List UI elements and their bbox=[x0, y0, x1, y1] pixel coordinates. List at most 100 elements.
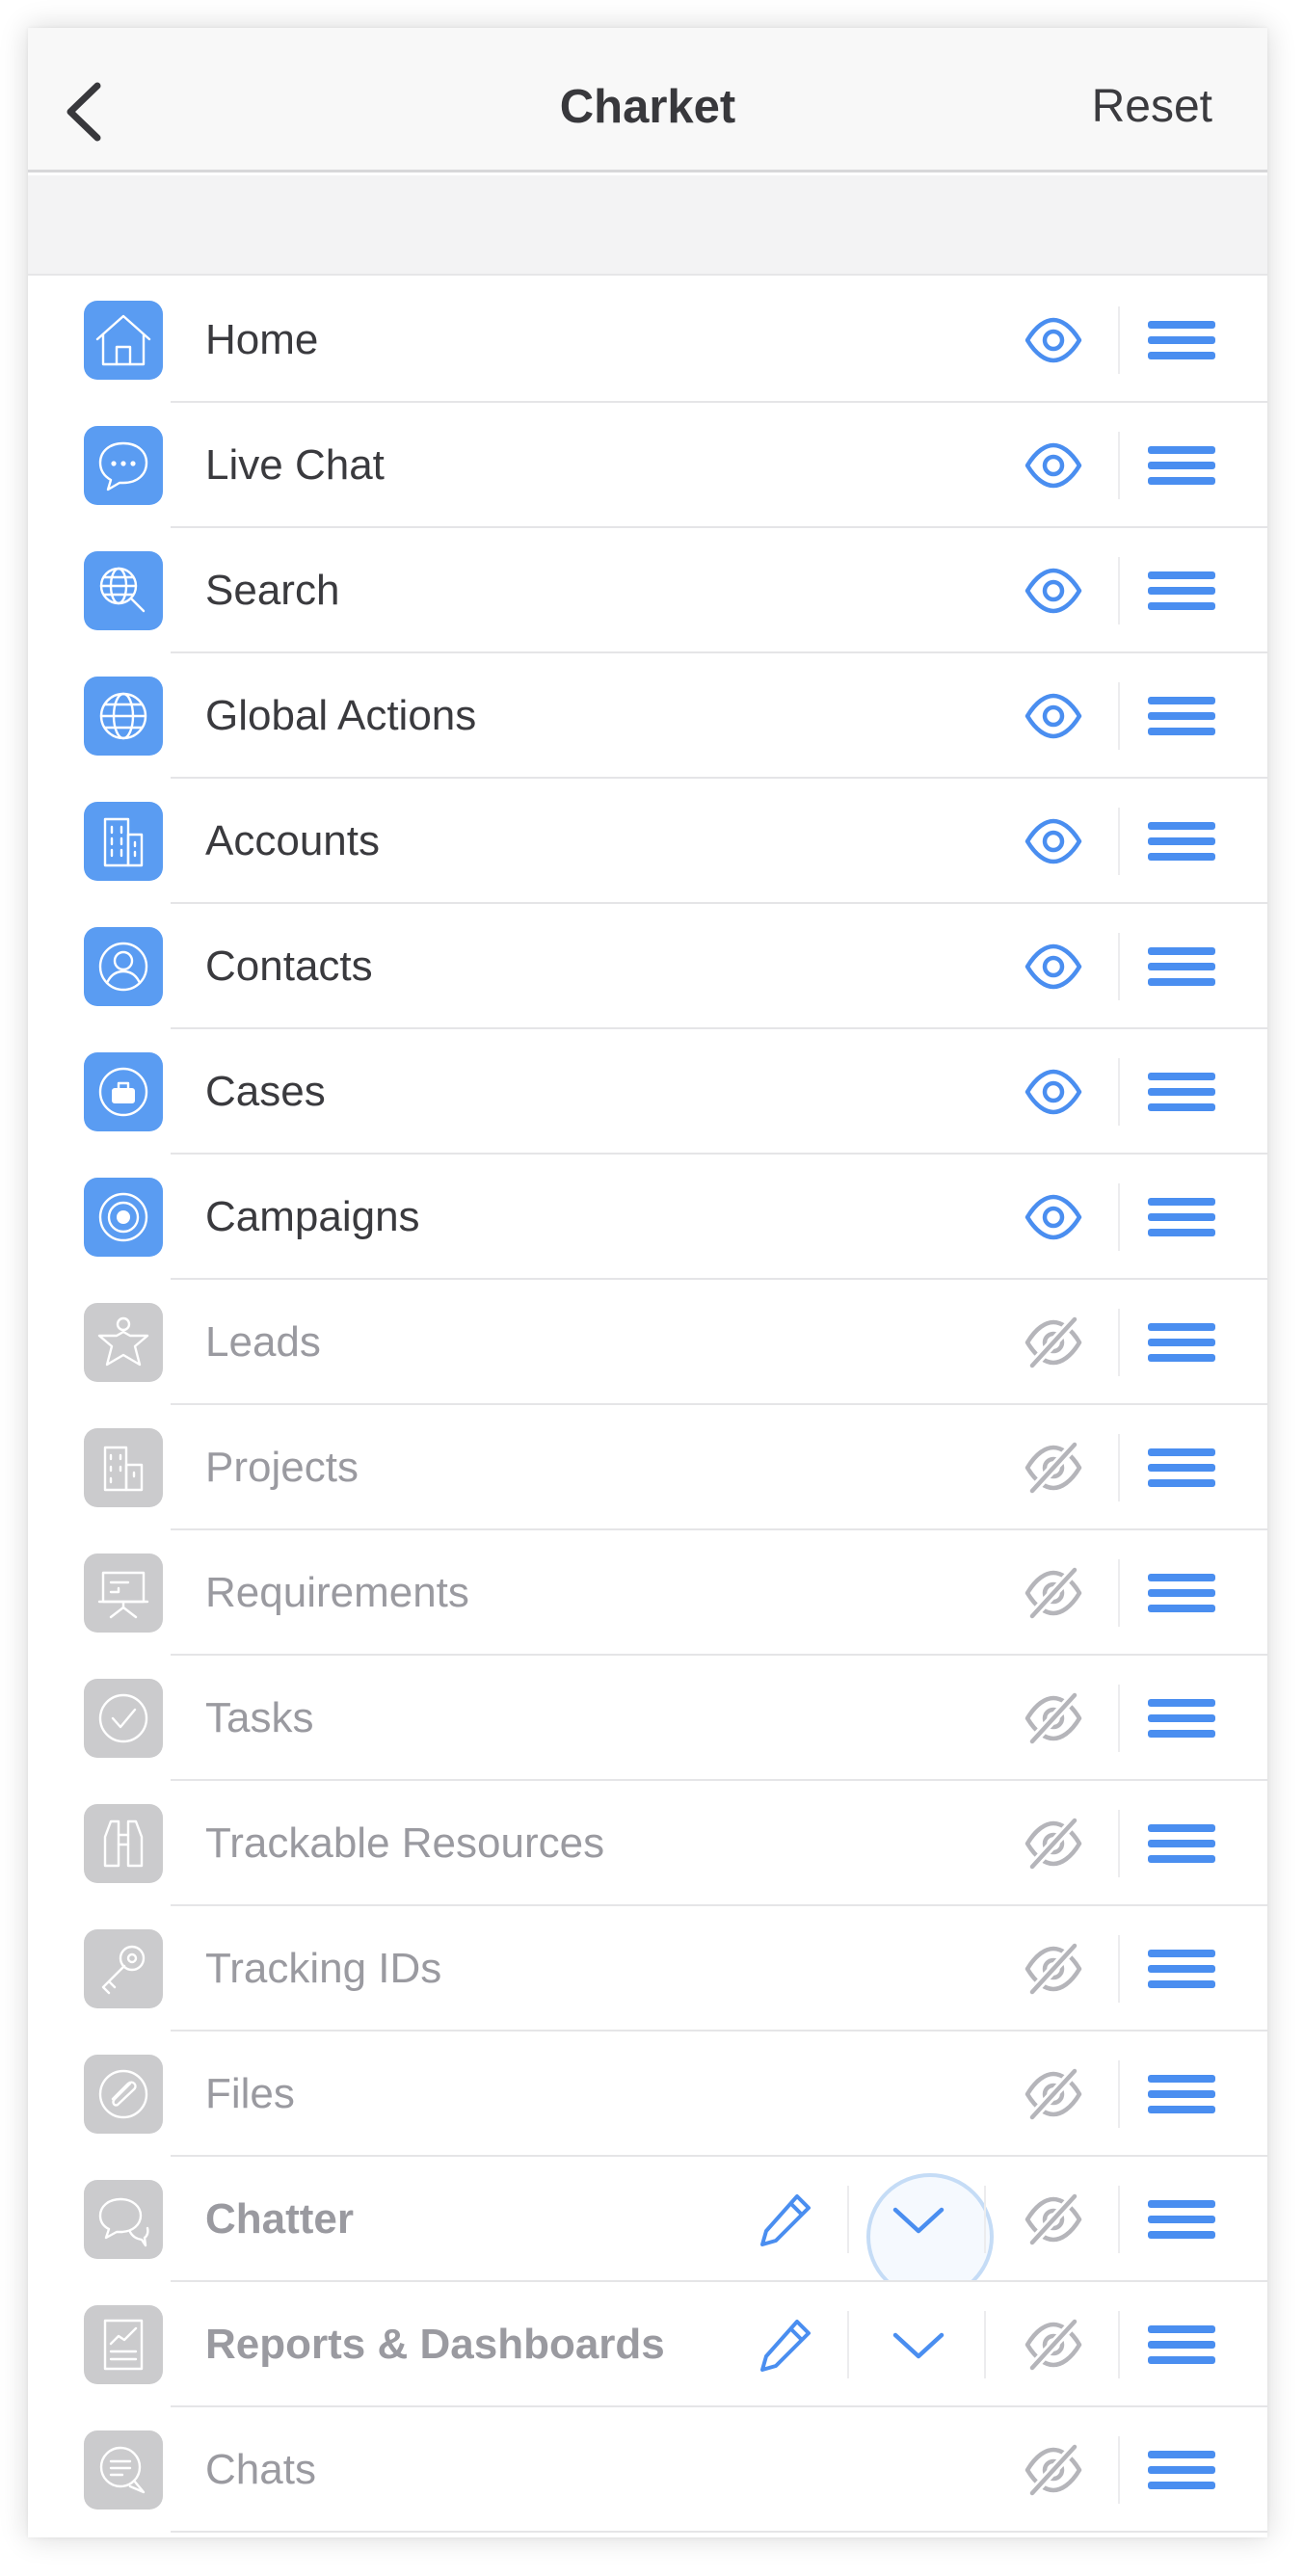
list-item-tracking-ids: Tracking IDs bbox=[28, 1906, 1267, 2032]
drag-handle-icon[interactable] bbox=[1146, 437, 1217, 494]
eye-slash-icon[interactable] bbox=[1023, 1564, 1084, 1622]
eye-icon[interactable] bbox=[1023, 437, 1084, 494]
drag-handle-icon[interactable] bbox=[1146, 1940, 1217, 1998]
divider bbox=[1118, 2436, 1120, 2504]
divider bbox=[1118, 1685, 1120, 1752]
divider bbox=[1118, 1434, 1120, 1501]
list-item-projects: Projects bbox=[28, 1405, 1267, 1530]
eye-slash-icon[interactable] bbox=[1023, 2191, 1084, 2248]
drag-handle-icon[interactable] bbox=[1146, 1314, 1217, 1371]
globe-search-icon bbox=[84, 551, 163, 630]
divider bbox=[1118, 933, 1120, 1000]
globe-icon bbox=[84, 677, 163, 756]
drag-handle-icon[interactable] bbox=[1146, 938, 1217, 996]
divider bbox=[847, 2311, 849, 2378]
list-item-trackable-resources: Trackable Resources bbox=[28, 1781, 1267, 1906]
list-item-files: Files bbox=[28, 2032, 1267, 2157]
eye-slash-icon[interactable] bbox=[1023, 2441, 1084, 2499]
eye-icon[interactable] bbox=[1023, 311, 1084, 369]
drag-handle-icon[interactable] bbox=[1146, 812, 1217, 870]
building-icon bbox=[84, 802, 163, 881]
drag-handle-icon[interactable] bbox=[1146, 1815, 1217, 1872]
eye-slash-icon[interactable] bbox=[1023, 1689, 1084, 1747]
row-separator bbox=[171, 2531, 1267, 2533]
list-item-label: Requirements bbox=[205, 1569, 469, 1616]
drag-handle-icon[interactable] bbox=[1146, 1439, 1217, 1497]
divider bbox=[1118, 1810, 1120, 1877]
drag-handle-icon[interactable] bbox=[1146, 562, 1217, 620]
chevron-down-icon[interactable] bbox=[888, 2189, 949, 2250]
settings-screen: Charket Reset Home Live Chat Search Global … bbox=[28, 28, 1267, 2537]
divider bbox=[1118, 808, 1120, 875]
eye-icon[interactable] bbox=[1023, 562, 1084, 620]
list-item-label: Reports & Dashboards bbox=[205, 2321, 665, 2368]
list-item-tasks: Tasks bbox=[28, 1656, 1267, 1781]
list-item-label: Campaigns bbox=[205, 1193, 420, 1240]
home-icon bbox=[84, 301, 163, 380]
divider bbox=[1118, 1559, 1120, 1627]
drag-handle-icon[interactable] bbox=[1146, 2316, 1217, 2374]
nav-header: Charket Reset bbox=[28, 28, 1267, 173]
eye-icon[interactable] bbox=[1023, 938, 1084, 996]
divider bbox=[1118, 2060, 1120, 2128]
list-item-label: Global Actions bbox=[205, 692, 477, 739]
target-icon bbox=[84, 1178, 163, 1257]
eye-slash-icon[interactable] bbox=[1023, 1314, 1084, 1371]
drag-handle-icon[interactable] bbox=[1146, 2441, 1217, 2499]
eye-slash-icon[interactable] bbox=[1023, 2316, 1084, 2374]
list-item-live-chat: Live Chat bbox=[28, 403, 1267, 528]
page-title: Charket bbox=[559, 81, 736, 133]
drag-handle-icon[interactable] bbox=[1146, 1689, 1217, 1747]
drag-handle-icon[interactable] bbox=[1146, 687, 1217, 745]
list-item-accounts: Accounts bbox=[28, 779, 1267, 904]
paperclip-icon bbox=[84, 2055, 163, 2134]
chat-bubble-icon bbox=[84, 426, 163, 505]
list-item-label: Accounts bbox=[205, 817, 380, 864]
divider bbox=[1118, 1183, 1120, 1251]
drag-handle-icon[interactable] bbox=[1146, 2065, 1217, 2123]
list-item-label: Contacts bbox=[205, 943, 373, 990]
eye-slash-icon[interactable] bbox=[1023, 1439, 1084, 1497]
chats-icon bbox=[84, 2430, 163, 2510]
contact-icon bbox=[84, 927, 163, 1006]
divider bbox=[1118, 682, 1120, 750]
eye-slash-icon[interactable] bbox=[1023, 1815, 1084, 1872]
drag-handle-icon[interactable] bbox=[1146, 2191, 1217, 2248]
divider bbox=[1118, 557, 1120, 624]
binoculars-icon bbox=[84, 1804, 163, 1883]
eye-slash-icon[interactable] bbox=[1023, 2065, 1084, 2123]
key-icon bbox=[84, 1929, 163, 2008]
edit-pencil-icon[interactable] bbox=[755, 2314, 816, 2376]
divider bbox=[1118, 1309, 1120, 1376]
eye-icon[interactable] bbox=[1023, 1063, 1084, 1121]
office-building-icon bbox=[84, 1428, 163, 1507]
chevron-down-icon[interactable] bbox=[888, 2314, 949, 2376]
reset-button[interactable]: Reset bbox=[1092, 78, 1212, 136]
eye-icon[interactable] bbox=[1023, 1188, 1084, 1246]
list-item-home: Home bbox=[28, 278, 1267, 403]
star-person-icon bbox=[84, 1303, 163, 1382]
divider bbox=[984, 2311, 986, 2378]
list-item-label: Trackable Resources bbox=[205, 1819, 605, 1867]
list-item-label: Chats bbox=[205, 2446, 316, 2493]
drag-handle-icon[interactable] bbox=[1146, 1188, 1217, 1246]
report-icon bbox=[84, 2305, 163, 2384]
eye-slash-icon[interactable] bbox=[1023, 1940, 1084, 1998]
divider bbox=[1118, 1058, 1120, 1126]
section-spacer bbox=[28, 175, 1267, 276]
list-item-label: Projects bbox=[205, 1444, 359, 1491]
eye-icon[interactable] bbox=[1023, 812, 1084, 870]
list-item-reports-and-dashboards: Reports & Dashboards bbox=[28, 2282, 1267, 2407]
edit-pencil-icon[interactable] bbox=[755, 2189, 816, 2250]
list-item-label: Leads bbox=[205, 1318, 321, 1366]
eye-icon[interactable] bbox=[1023, 687, 1084, 745]
list-item-requirements: Requirements bbox=[28, 1530, 1267, 1656]
drag-handle-icon[interactable] bbox=[1146, 1063, 1217, 1121]
list-item-leads: Leads bbox=[28, 1280, 1267, 1405]
divider bbox=[984, 2186, 986, 2253]
list-item-global-actions: Global Actions bbox=[28, 653, 1267, 779]
drag-handle-icon[interactable] bbox=[1146, 311, 1217, 369]
drag-handle-icon[interactable] bbox=[1146, 1564, 1217, 1622]
list-item-label: Live Chat bbox=[205, 441, 385, 489]
list-item-search: Search bbox=[28, 528, 1267, 653]
